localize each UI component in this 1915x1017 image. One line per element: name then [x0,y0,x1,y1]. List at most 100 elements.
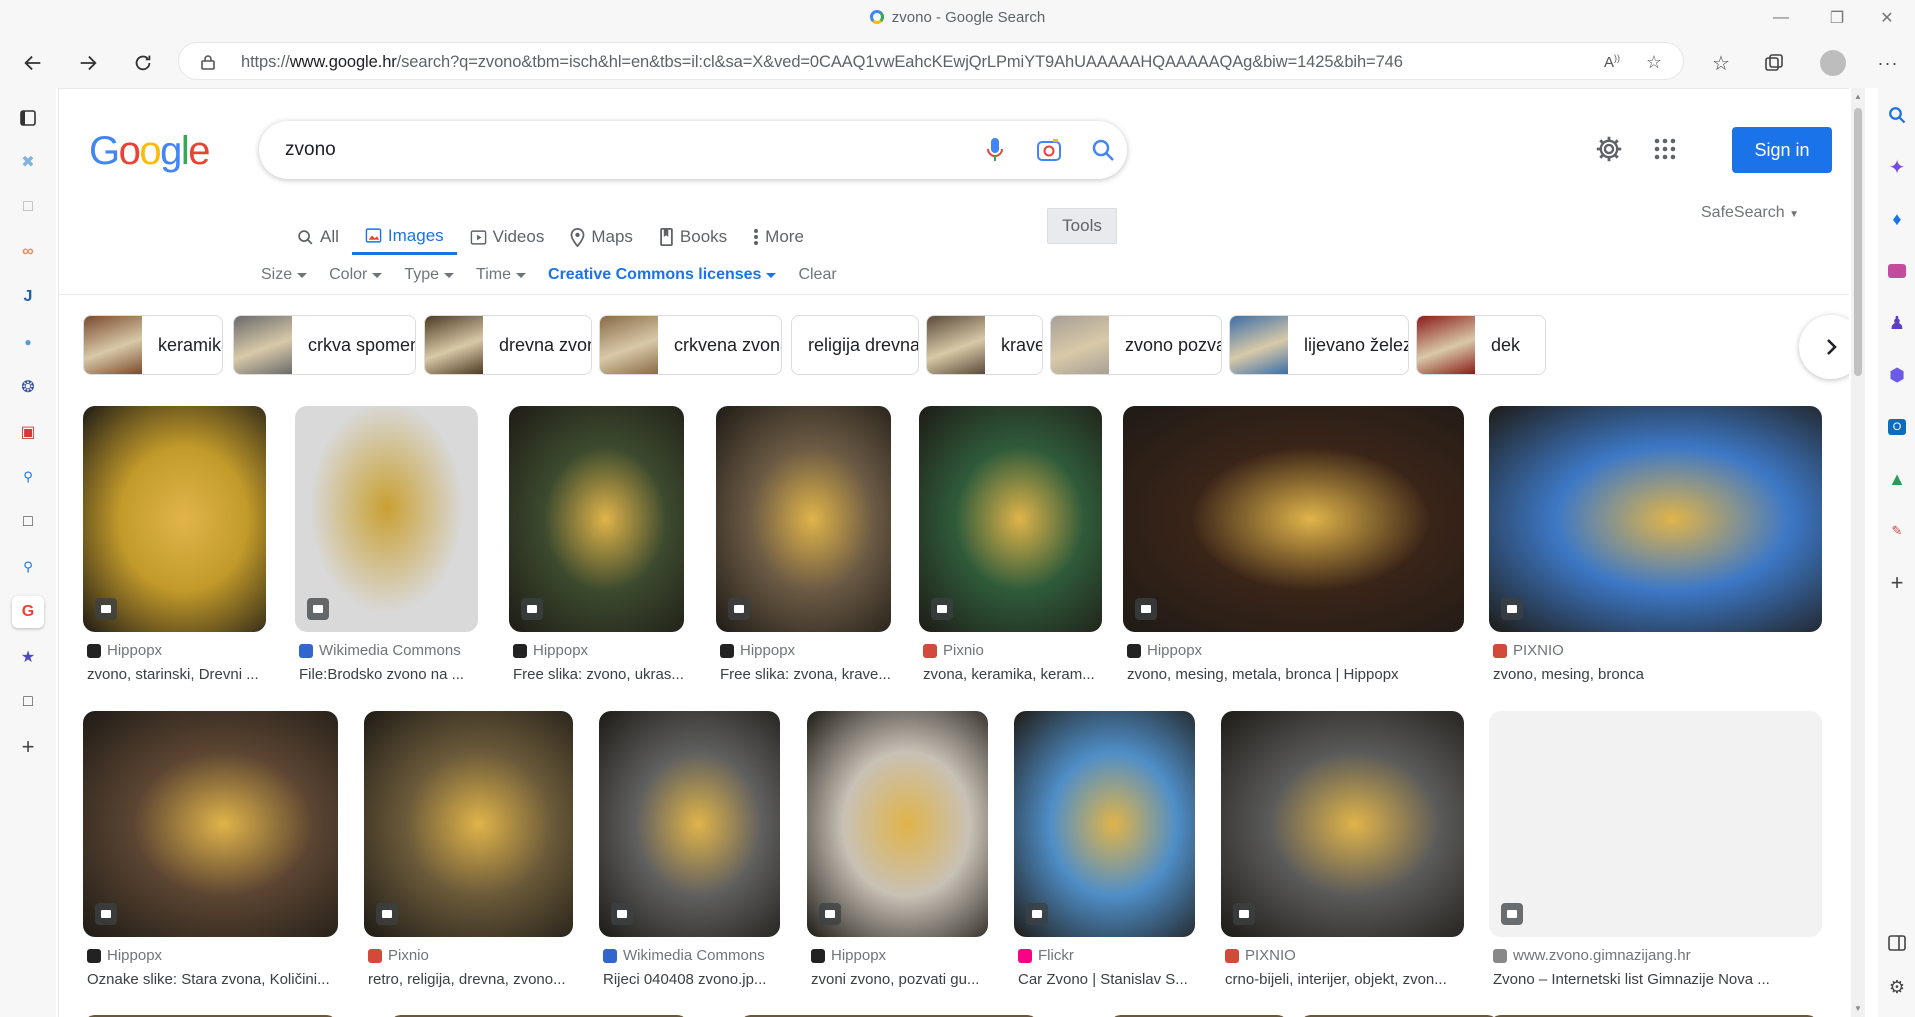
sidebar-extension-icon[interactable]: ✎ [1882,516,1912,546]
result-thumbnail[interactable] [599,711,780,937]
image-result-card[interactable]: Pixnio retro, religija, drevna, zvono... [364,711,573,997]
sidebar-tab-8-icon[interactable]: ⚲ [12,461,44,493]
image-result-card[interactable]: www.zvono.gimnazijang.hr Zvono – Internet… [1489,711,1822,997]
result-title[interactable]: Zvono – Internetski list Gimnazije Nova … [1493,971,1822,988]
sidebar-tab-12-icon[interactable]: ★ [12,641,44,673]
result-source[interactable]: Hippopx [513,642,588,659]
read-aloud-icon[interactable]: A)) [1597,47,1627,77]
voice-search-icon[interactable] [981,136,1009,164]
image-result-card[interactable]: Hippopx zvoni zvono, pozvati gu... [807,711,988,997]
sidebar-tools-icon[interactable] [1882,256,1912,286]
sidebar-games-icon[interactable]: ♟ [1882,308,1912,338]
filter-time[interactable]: Time [476,266,527,284]
search-box[interactable]: zvono [259,121,1127,179]
result-thumbnail[interactable] [1489,406,1822,632]
result-thumbnail[interactable] [1014,711,1195,937]
filter-type[interactable]: Type [404,266,455,284]
result-title[interactable]: zvono, mesing, metala, bronca | Hippopx [1127,666,1464,683]
scroll-down-arrow-icon[interactable]: ▼ [1854,1004,1862,1013]
restore-button[interactable]: ❐ [1809,0,1865,36]
tab-more[interactable]: More [740,219,817,255]
image-result-card[interactable]: Flickr Car Zvono | Stanislav S... [1014,711,1195,997]
result-thumbnail[interactable] [919,406,1102,632]
tab-actions-icon[interactable] [12,102,44,134]
result-source[interactable]: Hippopx [1127,642,1202,659]
sign-in-button[interactable]: Sign in [1732,127,1832,173]
image-result-card[interactable]: Hippopx Free slika: zvono, ukras... [509,406,684,692]
add-favorite-icon[interactable]: ☆ [1639,47,1669,77]
scrollbar-thumb[interactable] [1854,108,1862,376]
related-search-chip[interactable]: crkva spomenik [233,315,416,375]
sidebar-tab-7-icon[interactable]: ▣ [12,416,44,448]
result-thumbnail[interactable] [1489,711,1822,937]
result-title[interactable]: zvono, mesing, bronca [1493,666,1822,683]
minimize-button[interactable]: — [1753,0,1809,36]
image-result-card[interactable]: Hippopx zvono, mesing, metala, bronca | H… [1123,406,1464,692]
result-thumbnail[interactable] [295,406,478,632]
related-search-chip[interactable]: dek [1416,315,1546,375]
new-tab-icon[interactable]: + [12,731,44,763]
result-source[interactable]: Wikimedia Commons [603,947,765,964]
search-input[interactable]: zvono [285,139,336,161]
image-result-card[interactable]: Hippopx Free slika: zvona, krave... [716,406,891,692]
result-title[interactable]: Free slika: zvona, krave... [720,666,891,683]
result-title[interactable]: zvono, starinski, Drevni ... [87,666,266,683]
filter-size[interactable]: Size [261,266,308,284]
related-search-chip[interactable]: keramika [83,315,223,375]
sidebar-tab-5-icon[interactable]: ● [12,326,44,358]
sidebar-tab-1-icon[interactable]: ✖ [12,146,44,178]
tab-images[interactable]: Images [351,219,457,255]
sidebar-tab-3-icon[interactable]: ∞ [12,236,44,268]
result-source[interactable]: Wikimedia Commons [299,642,461,659]
sidebar-tab-10-icon[interactable]: ⚲ [12,551,44,583]
image-result-card[interactable]: Wikimedia Commons Rijeci 040408 zvono.jp.… [599,711,780,997]
result-title[interactable]: zvona, keramika, keram... [923,666,1102,683]
result-source[interactable]: Hippopx [87,947,162,964]
filter-usage-rights[interactable]: Creative Commons licenses [548,266,777,284]
profile-avatar-icon[interactable] [1818,48,1848,78]
result-title[interactable]: retro, religija, drevna, zvono... [368,971,573,988]
result-thumbnail[interactable] [83,711,338,937]
address-bar[interactable]: https://www.google.hr/search?q=zvono&tbm… [178,42,1684,80]
related-search-chip[interactable]: religija drevna [791,315,919,375]
sidebar-microsoft365-icon[interactable]: ⬢ [1882,360,1912,390]
related-search-chip[interactable]: krave [926,315,1043,375]
back-button[interactable] [16,46,50,80]
related-search-chip[interactable]: lijevano železo [1229,315,1409,375]
sidebar-tab-4-icon[interactable]: J [12,281,44,313]
tools-button[interactable]: Tools [1047,208,1117,244]
sidebar-layout-icon[interactable] [1882,928,1912,958]
image-result-card[interactable]: Hippopx zvono, starinski, Drevni ... [83,406,266,692]
search-submit-icon[interactable] [1089,136,1117,164]
sidebar-add-icon[interactable]: + [1882,568,1912,598]
page-scrollbar[interactable]: ▲ ▼ [1851,88,1865,1017]
result-title[interactable]: File:Brodsko zvono na ... [299,666,478,683]
result-source[interactable]: Pixnio [923,642,984,659]
result-source[interactable]: Hippopx [87,642,162,659]
scroll-up-arrow-icon[interactable]: ▲ [1854,92,1862,101]
tab-all[interactable]: All [284,219,352,255]
result-title[interactable]: Oznake slike: Stara zvona, Količini... [87,971,338,988]
close-button[interactable]: ✕ [1859,0,1915,36]
result-title[interactable]: zvoni zvono, pozvati gu... [811,971,988,988]
settings-gear-icon[interactable] [1589,129,1629,169]
tab-videos[interactable]: Videos [457,219,558,255]
image-result-card[interactable]: Hippopx Oznake slike: Stara zvona, Količi… [83,711,338,997]
sidebar-settings-gear-icon[interactable]: ⚙ [1882,972,1912,1002]
url-text[interactable]: https://www.google.hr/search?q=zvono&tbm… [241,53,1403,72]
related-search-chip[interactable]: zvono pozvati [1050,315,1222,375]
image-result-card[interactable]: PIXNIO crno-bijeli, interijer, objekt, zv… [1221,711,1464,997]
result-title[interactable]: Free slika: zvono, ukras... [513,666,684,683]
result-thumbnail[interactable] [1123,406,1464,632]
clear-filters-link[interactable]: Clear [798,266,836,284]
related-search-chip[interactable]: crkvena zvona [599,315,782,375]
favorites-icon[interactable]: ☆ [1706,48,1736,78]
sidebar-drop-icon[interactable]: ▲ [1882,464,1912,494]
result-source[interactable]: Flickr [1018,947,1074,964]
filter-color[interactable]: Color [329,266,383,284]
sidebar-tab-6-icon[interactable]: ❂ [12,371,44,403]
sidebar-tab-google-icon[interactable]: G [12,596,44,628]
result-source[interactable]: PIXNIO [1493,642,1564,659]
apps-grid-icon[interactable] [1645,129,1685,169]
result-source[interactable]: Hippopx [720,642,795,659]
